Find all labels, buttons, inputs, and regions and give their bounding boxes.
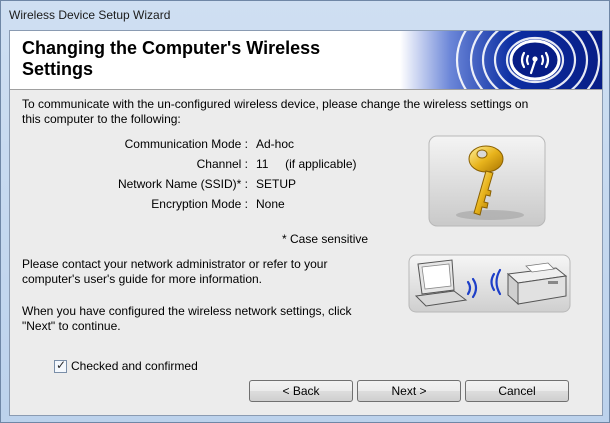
case-sensitive-note: * Case sensitive xyxy=(282,232,369,246)
page-title: Changing the Computer's Wireless Setting… xyxy=(22,38,320,80)
setting-value: Ad-hoc xyxy=(256,137,295,151)
laptop-printer-wireless-icon xyxy=(408,254,571,313)
setting-row-channel: Channel : 11 (if applicable) xyxy=(22,157,422,173)
next-button[interactable]: Next > xyxy=(357,380,461,402)
setting-value: None xyxy=(256,197,285,211)
intro-line1: To communicate with the un-configured wi… xyxy=(22,97,529,111)
wireless-logo-icon xyxy=(400,31,602,89)
setting-label: Encryption Mode : xyxy=(151,197,248,211)
contact-line1: Please contact your network administrato… xyxy=(22,257,328,271)
page-title-line1: Changing the Computer's Wireless xyxy=(22,38,321,58)
title-bar[interactable]: Wireless Device Setup Wizard xyxy=(1,1,609,31)
intro-line2: this computer to the following: xyxy=(22,112,181,126)
confirm-checkbox-label[interactable]: Checked and confirmed xyxy=(71,359,198,373)
wizard-content: Changing the Computer's Wireless Setting… xyxy=(9,30,603,416)
contact-line2: computer's user's guide for more informa… xyxy=(22,272,263,286)
window-title: Wireless Device Setup Wizard xyxy=(9,8,171,22)
configured-line1: When you have configured the wireless ne… xyxy=(22,304,352,318)
wizard-window: Wireless Device Setup Wizard Changing th… xyxy=(0,0,610,423)
contact-text: Please contact your network administrato… xyxy=(22,257,392,287)
configured-text: When you have configured the wireless ne… xyxy=(22,304,402,334)
cancel-button[interactable]: Cancel xyxy=(465,380,569,402)
back-button[interactable]: < Back xyxy=(249,380,353,402)
key-icon xyxy=(428,135,546,227)
setting-row-encryption: Encryption Mode : None xyxy=(22,197,422,213)
confirm-checkbox[interactable]: ✓ xyxy=(54,358,67,373)
setting-row-ssid: Network Name (SSID)* : SETUP xyxy=(22,177,422,193)
wizard-header: Changing the Computer's Wireless Setting… xyxy=(10,31,602,90)
setting-label: Channel : xyxy=(196,157,248,171)
setting-value: SETUP xyxy=(256,177,297,191)
page-title-line2: Settings xyxy=(22,59,94,79)
setting-label: Network Name (SSID)* : xyxy=(117,177,248,191)
setting-label: Communication Mode : xyxy=(124,137,248,151)
setting-value: 11 (if applicable) xyxy=(256,157,357,171)
checkmark-icon: ✓ xyxy=(56,358,67,372)
setting-row-communication-mode: Communication Mode : Ad-hoc xyxy=(22,137,422,153)
configured-line2: "Next" to continue. xyxy=(22,319,121,333)
intro-text: To communicate with the un-configured wi… xyxy=(22,97,592,127)
